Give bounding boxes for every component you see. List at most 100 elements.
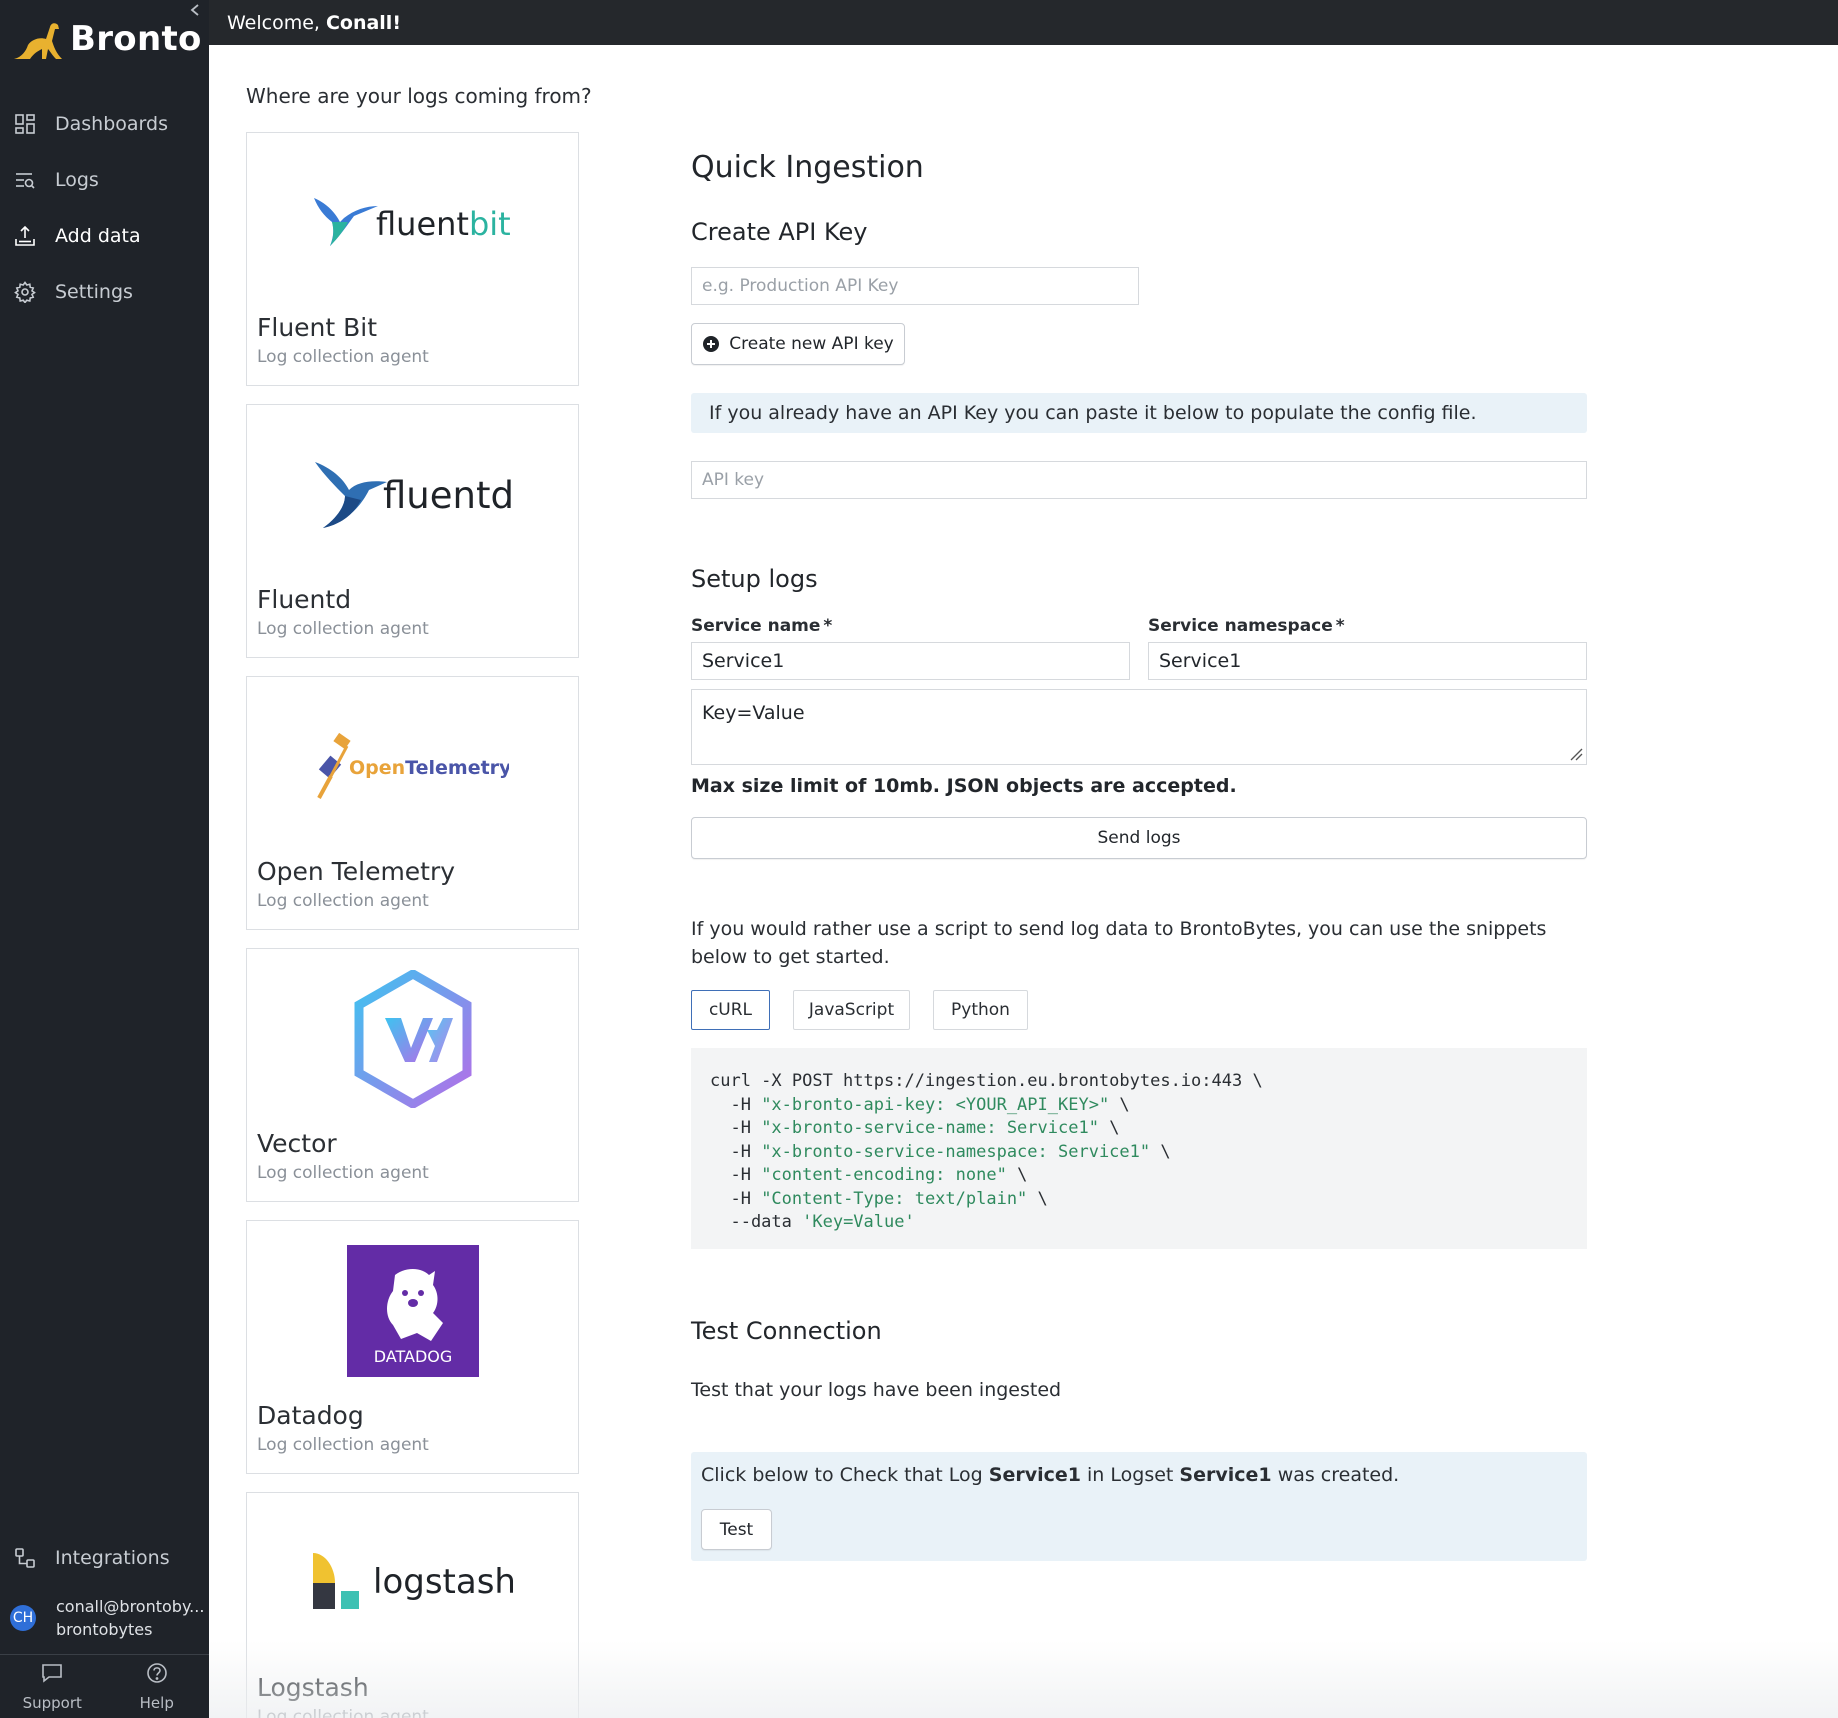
test-button[interactable]: Test xyxy=(701,1509,772,1550)
code-text: \ xyxy=(1098,1118,1120,1138)
source-card-fluent-bit[interactable]: fluentbit Fluent Bit Log collection agen… xyxy=(246,132,579,386)
source-desc: Log collection agent xyxy=(257,1435,429,1455)
setup-logs-heading: Setup logs xyxy=(691,565,818,593)
service-name-label-text: Service name xyxy=(691,616,821,636)
resize-handle-icon[interactable] xyxy=(1569,747,1583,761)
api-key-input[interactable]: API key xyxy=(691,461,1587,499)
log-body-textarea[interactable]: Key=Value xyxy=(691,689,1587,765)
welcome-text: Welcome, xyxy=(227,11,320,34)
code-text: -H xyxy=(710,1165,762,1185)
vector-hexagon-icon xyxy=(354,970,471,1108)
code-line: --data 'Key=Value' xyxy=(710,1211,1568,1235)
code-string: "content-encoding: none" xyxy=(761,1165,1007,1185)
code-snippet[interactable]: curl -X POST https://ingestion.eu.bronto… xyxy=(691,1048,1587,1249)
source-card-vector[interactable]: Vector Log collection agent xyxy=(246,948,579,1202)
source-card-open-telemetry[interactable]: OpenTelemetry Open Telemetry Log collect… xyxy=(246,676,579,930)
code-string: "x-bronto-api-key: <YOUR_API_KEY>" xyxy=(761,1094,1110,1115)
logstash-logo: logstash xyxy=(247,1493,578,1673)
logstash-mark-icon xyxy=(312,1553,359,1609)
send-logs-button[interactable]: Send logs xyxy=(691,817,1587,859)
bird-icon xyxy=(314,462,387,528)
sidebar-bottom: Integrations xyxy=(0,1530,209,1586)
source-desc: Log collection agent xyxy=(257,1163,429,1183)
size-limit-note: Max size limit of 10mb. JSON objects are… xyxy=(691,775,1237,797)
user-menu[interactable]: CH conall@brontoby... brontobytes xyxy=(0,1594,209,1642)
source-name: Fluentd xyxy=(257,585,352,614)
help-button[interactable]: Help xyxy=(105,1655,210,1718)
sidebar-item-add-data[interactable]: Add data xyxy=(0,208,209,264)
datadog-wordmark: DATADOG xyxy=(373,1347,452,1366)
help-label: Help xyxy=(139,1693,174,1712)
open-telemetry-logo: OpenTelemetry xyxy=(247,677,578,857)
source-card-fluentd[interactable]: fluentd Fluentd Log collection agent xyxy=(246,404,579,658)
tab-javascript[interactable]: JavaScript xyxy=(793,990,910,1030)
code-text: \ xyxy=(1150,1141,1171,1162)
hummingbird-icon xyxy=(313,198,378,246)
script-intro-text: If you would rather use a script to send… xyxy=(691,918,1547,968)
svg-text:logstash: logstash xyxy=(373,1562,513,1602)
top-bar: Welcome, Conall! xyxy=(209,0,1838,45)
check-text: in Logset xyxy=(1087,1464,1174,1486)
source-desc: Log collection agent xyxy=(257,347,429,367)
brand-logo[interactable]: Bronto xyxy=(12,14,202,64)
code-text: curl -X POST https://ingestion.eu.bronto… xyxy=(710,1071,1263,1091)
required-mark: * xyxy=(1335,616,1345,636)
app-root: Bronto Dashboards Logs Add data Settings… xyxy=(0,0,1838,1718)
service-name-label: Service name * xyxy=(691,616,832,636)
service-namespace-label-text: Service namespace xyxy=(1148,616,1333,636)
check-text: Click below to Check that Log xyxy=(701,1464,983,1486)
test-connection-text: Test that your logs have been ingested xyxy=(691,1379,1062,1401)
create-api-key-button[interactable]: Create new API key xyxy=(691,323,905,365)
code-text: -H xyxy=(710,1188,762,1209)
code-line: -H "content-encoding: none" \ xyxy=(710,1164,1568,1188)
sidebar-item-label: Add data xyxy=(55,225,141,247)
page-title: Quick Ingestion xyxy=(691,150,924,185)
code-line: -H "x-bronto-service-name: Service1" \ xyxy=(710,1117,1568,1141)
sidebar-item-label: Integrations xyxy=(55,1547,170,1569)
fluentbit-wordmark: fluentbit xyxy=(376,205,511,243)
paste-key-info: If you already have an API Key you can p… xyxy=(691,393,1587,433)
user-email: conall@brontoby... xyxy=(56,1597,205,1616)
chat-bubble-icon xyxy=(41,1662,63,1688)
api-key-name-input[interactable]: e.g. Production API Key xyxy=(691,267,1139,305)
code-string: 'Key=Value' xyxy=(802,1212,915,1232)
collapse-sidebar-button[interactable] xyxy=(186,2,204,22)
vector-logo xyxy=(247,949,578,1129)
service-name-input[interactable]: Service1 xyxy=(691,642,1130,680)
fluentbit-wordmark-text: fluentbit xyxy=(376,205,511,243)
fluentd-logo: fluentd xyxy=(247,405,578,585)
service-namespace-input[interactable]: Service1 xyxy=(1148,642,1587,680)
sidebar-item-settings[interactable]: Settings xyxy=(0,264,209,320)
tab-python[interactable]: Python xyxy=(933,990,1028,1030)
code-text: \ xyxy=(1109,1094,1130,1115)
source-card-datadog[interactable]: DATADOG Datadog Log collection agent xyxy=(246,1220,579,1474)
source-desc: Log collection agent xyxy=(257,619,429,639)
test-check-message: Click below to Check that Log Service1 i… xyxy=(701,1464,1399,1486)
dashboard-grid-icon xyxy=(13,112,37,136)
sidebar-item-logs[interactable]: Logs xyxy=(0,152,209,208)
user-org: brontobytes xyxy=(56,1620,153,1639)
code-text: \ xyxy=(1027,1188,1048,1209)
code-line: -H "x-bronto-service-namespace: Service1… xyxy=(710,1141,1568,1165)
create-api-key-label: Create new API key xyxy=(729,334,894,354)
svg-text:fluentd: fluentd xyxy=(383,474,513,517)
integrations-icon xyxy=(13,1546,37,1570)
source-card-logstash[interactable]: logstash Logstash Log collection agent xyxy=(246,1492,579,1718)
code-string: "x-bronto-service-namespace: Service1" xyxy=(761,1141,1151,1162)
sources-heading: Where are your logs coming from? xyxy=(246,84,592,108)
plus-circle-icon xyxy=(703,336,720,352)
tab-curl[interactable]: cURL xyxy=(691,990,770,1030)
source-name: Open Telemetry xyxy=(257,857,456,886)
support-button[interactable]: Support xyxy=(0,1655,105,1718)
support-label: Support xyxy=(22,1693,82,1712)
svg-text:OpenTelemetry: OpenTelemetry xyxy=(349,757,509,779)
sidebar-item-dashboards[interactable]: Dashboards xyxy=(0,96,209,152)
user-info: conall@brontoby... brontobytes xyxy=(56,1595,204,1641)
code-line: curl -X POST https://ingestion.eu.bronto… xyxy=(710,1070,1568,1094)
code-line: -H "Content-Type: text/plain" \ xyxy=(710,1188,1568,1212)
service-namespace-label: Service namespace * xyxy=(1148,616,1345,636)
test-check-box: Click below to Check that Log Service1 i… xyxy=(691,1452,1587,1561)
fluentd-wordmark: fluentd xyxy=(383,474,513,517)
chevron-left-icon xyxy=(190,4,199,16)
sidebar-item-integrations[interactable]: Integrations xyxy=(0,1530,209,1586)
